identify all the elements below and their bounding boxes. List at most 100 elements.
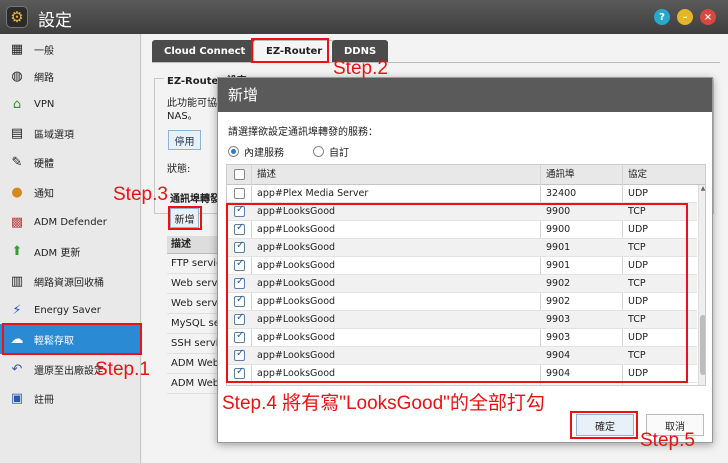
table-header: 描述 [167,236,217,254]
radio-selected-icon[interactable] [228,146,239,157]
cell-description: app#LooksGood [257,332,336,343]
step4-label: Step.4 將有寫"LooksGood"的全部打勾 [222,393,545,414]
grid-row[interactable]: app#LooksGood 9900 UDP [227,221,697,239]
cell-description: app#LooksGood [257,278,336,289]
cell-protocol: UDP [628,260,648,271]
row-checkbox[interactable] [234,366,245,379]
disable-button[interactable]: 停用 [168,130,201,150]
select-all-checkbox[interactable] [234,169,245,180]
table-row[interactable]: Web service [167,274,217,294]
column-protocol[interactable]: 協定 [628,165,647,185]
row-checkbox[interactable] [234,188,245,199]
table-row[interactable]: SSH service [167,334,217,354]
cell-protocol: TCP [628,278,646,289]
dialog-title: 新增 [218,78,712,112]
row-checkbox[interactable] [234,222,245,235]
row-checkbox[interactable] [234,276,245,289]
row-checkbox[interactable] [234,240,245,253]
sidebar-item-hardware[interactable]: ✎ 硬體 [0,147,141,177]
cell-port: 9901 [546,260,571,271]
tab-ez-router[interactable]: EZ-Router [253,40,336,62]
sidebar-item-label: 還原至出廠設定 [34,365,104,377]
sidebar-item-network[interactable]: ◍ 網路 [0,61,141,91]
table-row[interactable]: ADM Web [167,374,217,394]
grid-row[interactable]: app#Plex Media Server 32400 UDP [227,185,697,203]
sidebar-item-registration[interactable]: ▣ 註冊 [0,383,141,413]
grid-row[interactable]: app#LooksGood 9901 TCP [227,239,697,257]
table-row[interactable]: Web service [167,294,217,314]
table-row[interactable]: FTP service [167,254,217,274]
sidebar-item-region[interactable]: ▤ 區域選項 [0,118,141,148]
cell-protocol: TCP [628,242,646,253]
grid-header: 描述 通訊埠 協定 [227,165,705,185]
sidebar-item-label: 輕鬆存取 [34,335,74,347]
sidebar-item-recycle-bin[interactable]: ▥ 網路資源回收桶 [0,266,141,296]
help-button[interactable]: ? [654,9,670,25]
service-grid: 描述 通訊埠 協定 app#Plex Media Server32400UDP a… [226,164,706,386]
minimize-button[interactable]: – [677,9,693,25]
vpn-icon: ⌂ [12,96,22,112]
settings-app-icon: ⚙ [6,6,28,28]
row-checkbox[interactable] [234,294,245,307]
scroll-up-icon[interactable]: ▲ [699,185,705,193]
close-button[interactable]: × [700,9,716,25]
sidebar-item-ez-connect[interactable]: ☁ 輕鬆存取 [0,324,141,354]
radio-custom[interactable]: 自訂 [313,144,349,159]
row-checkbox[interactable] [234,330,245,343]
port-forward-table: 描述 FTP service Web service Web service M… [167,236,217,394]
row-checkbox[interactable] [234,258,245,271]
sidebar-item-general[interactable]: ▦ 一般 [0,34,141,64]
scroll-thumb[interactable] [700,315,705,375]
radio-unselected-icon[interactable] [313,146,324,157]
grid-row[interactable]: app#LooksGood 9902 TCP [227,275,697,293]
sidebar-item-label: 通知 [34,188,54,200]
sidebar-item-adm-defender[interactable]: ▩ ADM Defender [0,207,141,237]
sidebar-item-energy-saver[interactable]: ⚡ Energy Saver [0,295,141,325]
trash-icon: ▥ [10,273,24,289]
step5-label: Step.5 [640,430,695,451]
table-row[interactable]: ADM Web [167,354,217,374]
cell-port: 9901 [546,242,571,253]
sidebar-item-adm-update[interactable]: ⬆ ADM 更新 [0,236,141,266]
lightning-icon: ⚡ [12,302,22,318]
row-checkbox[interactable] [234,348,245,361]
table-row[interactable]: MySQL service [167,314,217,334]
cell-protocol: UDP [628,332,648,343]
step1-label: Step.1 [95,359,150,380]
column-port[interactable]: 通訊埠 [546,165,575,185]
tab-cloud-connect[interactable]: Cloud Connect [152,40,258,62]
cell-port: 9903 [546,314,571,325]
sidebar-item-label: 區域選項 [34,129,74,141]
grid-row[interactable]: app#LooksGood 9902 UDP [227,293,697,311]
cell-protocol: UDP [628,368,648,379]
cell-protocol: TCP [628,314,646,325]
firewall-icon: ▩ [10,214,24,230]
dialog-prompt: 請選擇欲設定通訊埠轉發的服務： [228,127,378,138]
grid-scrollbar[interactable]: ▲ [698,185,705,385]
cell-description: app#LooksGood [257,242,336,253]
radio-builtin-service[interactable]: 內建服務 [228,144,284,159]
cell-port: 9900 [546,206,571,217]
cell-port: 9904 [546,350,571,361]
column-description[interactable]: 描述 [257,165,276,185]
grid-row[interactable]: app#LooksGood 9904 UDP [227,365,697,383]
grid-row[interactable]: app#LooksGood 9903 TCP [227,311,697,329]
grid-row[interactable]: app#LooksGood 9903 UDP [227,329,697,347]
cell-port: 9903 [546,332,571,343]
grid-row[interactable]: app#LooksGood 9900 TCP [227,203,697,221]
grid-row[interactable]: app#LooksGood 9904 TCP [227,347,697,365]
ok-button[interactable]: 確定 [576,414,634,436]
cell-protocol: TCP [628,206,646,217]
sidebar-item-label: 一般 [34,45,54,57]
row-checkbox[interactable] [234,204,245,217]
sidebar-item-label: ADM Defender [34,216,107,228]
sidebar-item-vpn[interactable]: ⌂ VPN [0,89,141,119]
settings-icon: ▦ [10,41,24,57]
add-button[interactable]: 新增 [170,208,199,228]
sidebar-item-label: Energy Saver [34,304,101,316]
sidebar: ▦ 一般 ◍ 網路 ⌂ VPN ▤ 區域選項 ✎ 硬體 ● 通知 ▩ ADM D… [0,34,141,463]
globe-icon: ◍ [11,68,23,84]
grid-row[interactable]: app#LooksGood 9901 UDP [227,257,697,275]
row-checkbox[interactable] [234,312,245,325]
sidebar-item-label: 網路資源回收桶 [34,277,104,289]
